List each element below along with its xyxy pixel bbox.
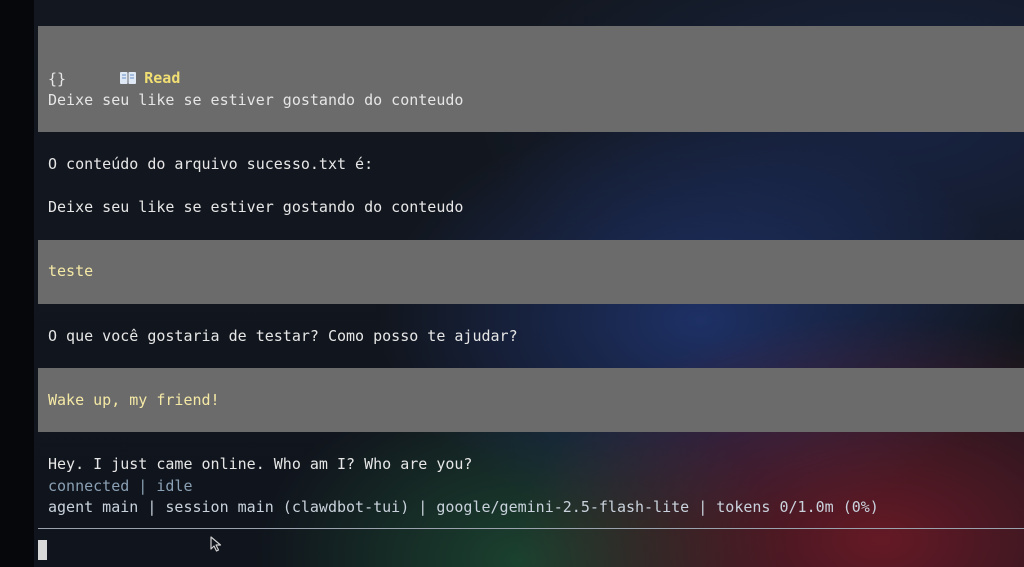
tool-args: {} — [48, 70, 67, 88]
mouse-pointer-icon — [210, 536, 222, 552]
tool-title: Read — [144, 69, 181, 87]
assistant-message-line: O conteúdo do arquivo sucesso.txt é: — [48, 155, 374, 173]
book-icon — [120, 72, 137, 84]
left-gutter — [0, 0, 34, 567]
assistant-message-text: Hey. I just came online. Who am I? Who a… — [48, 455, 473, 473]
tool-title-row: Read — [48, 48, 180, 87]
assistant-message: O que você gostaria de testar? Como poss… — [38, 304, 1024, 368]
tool-call-block: Read {} Deixe seu like se estiver gostan… — [38, 26, 1024, 132]
input-divider — [38, 528, 1024, 529]
assistant-message-text: O que você gostaria de testar? Como poss… — [48, 327, 518, 345]
connection-status: connected | idle — [48, 477, 193, 495]
assistant-message: O conteúdo do arquivo sucesso.txt é: Dei… — [38, 132, 1024, 240]
assistant-message-line: Deixe seu like se estiver gostando do co… — [48, 198, 464, 216]
tool-output: Deixe seu like se estiver gostando do co… — [48, 91, 464, 109]
user-message: Wake up, my friend! — [38, 368, 1024, 432]
user-message: teste — [38, 240, 1024, 304]
user-message-text: teste — [48, 262, 94, 280]
assistant-message: Hey. I just came online. Who am I? Who a… — [38, 432, 1024, 528]
chat-transcript: Read {} Deixe seu like se estiver gostan… — [38, 0, 1024, 567]
input-cursor[interactable] — [38, 540, 47, 560]
terminal-window: Read {} Deixe seu like se estiver gostan… — [0, 0, 1024, 567]
user-message-text: Wake up, my friend! — [48, 391, 220, 409]
session-info: agent main | session main (clawdbot-tui)… — [48, 498, 879, 516]
